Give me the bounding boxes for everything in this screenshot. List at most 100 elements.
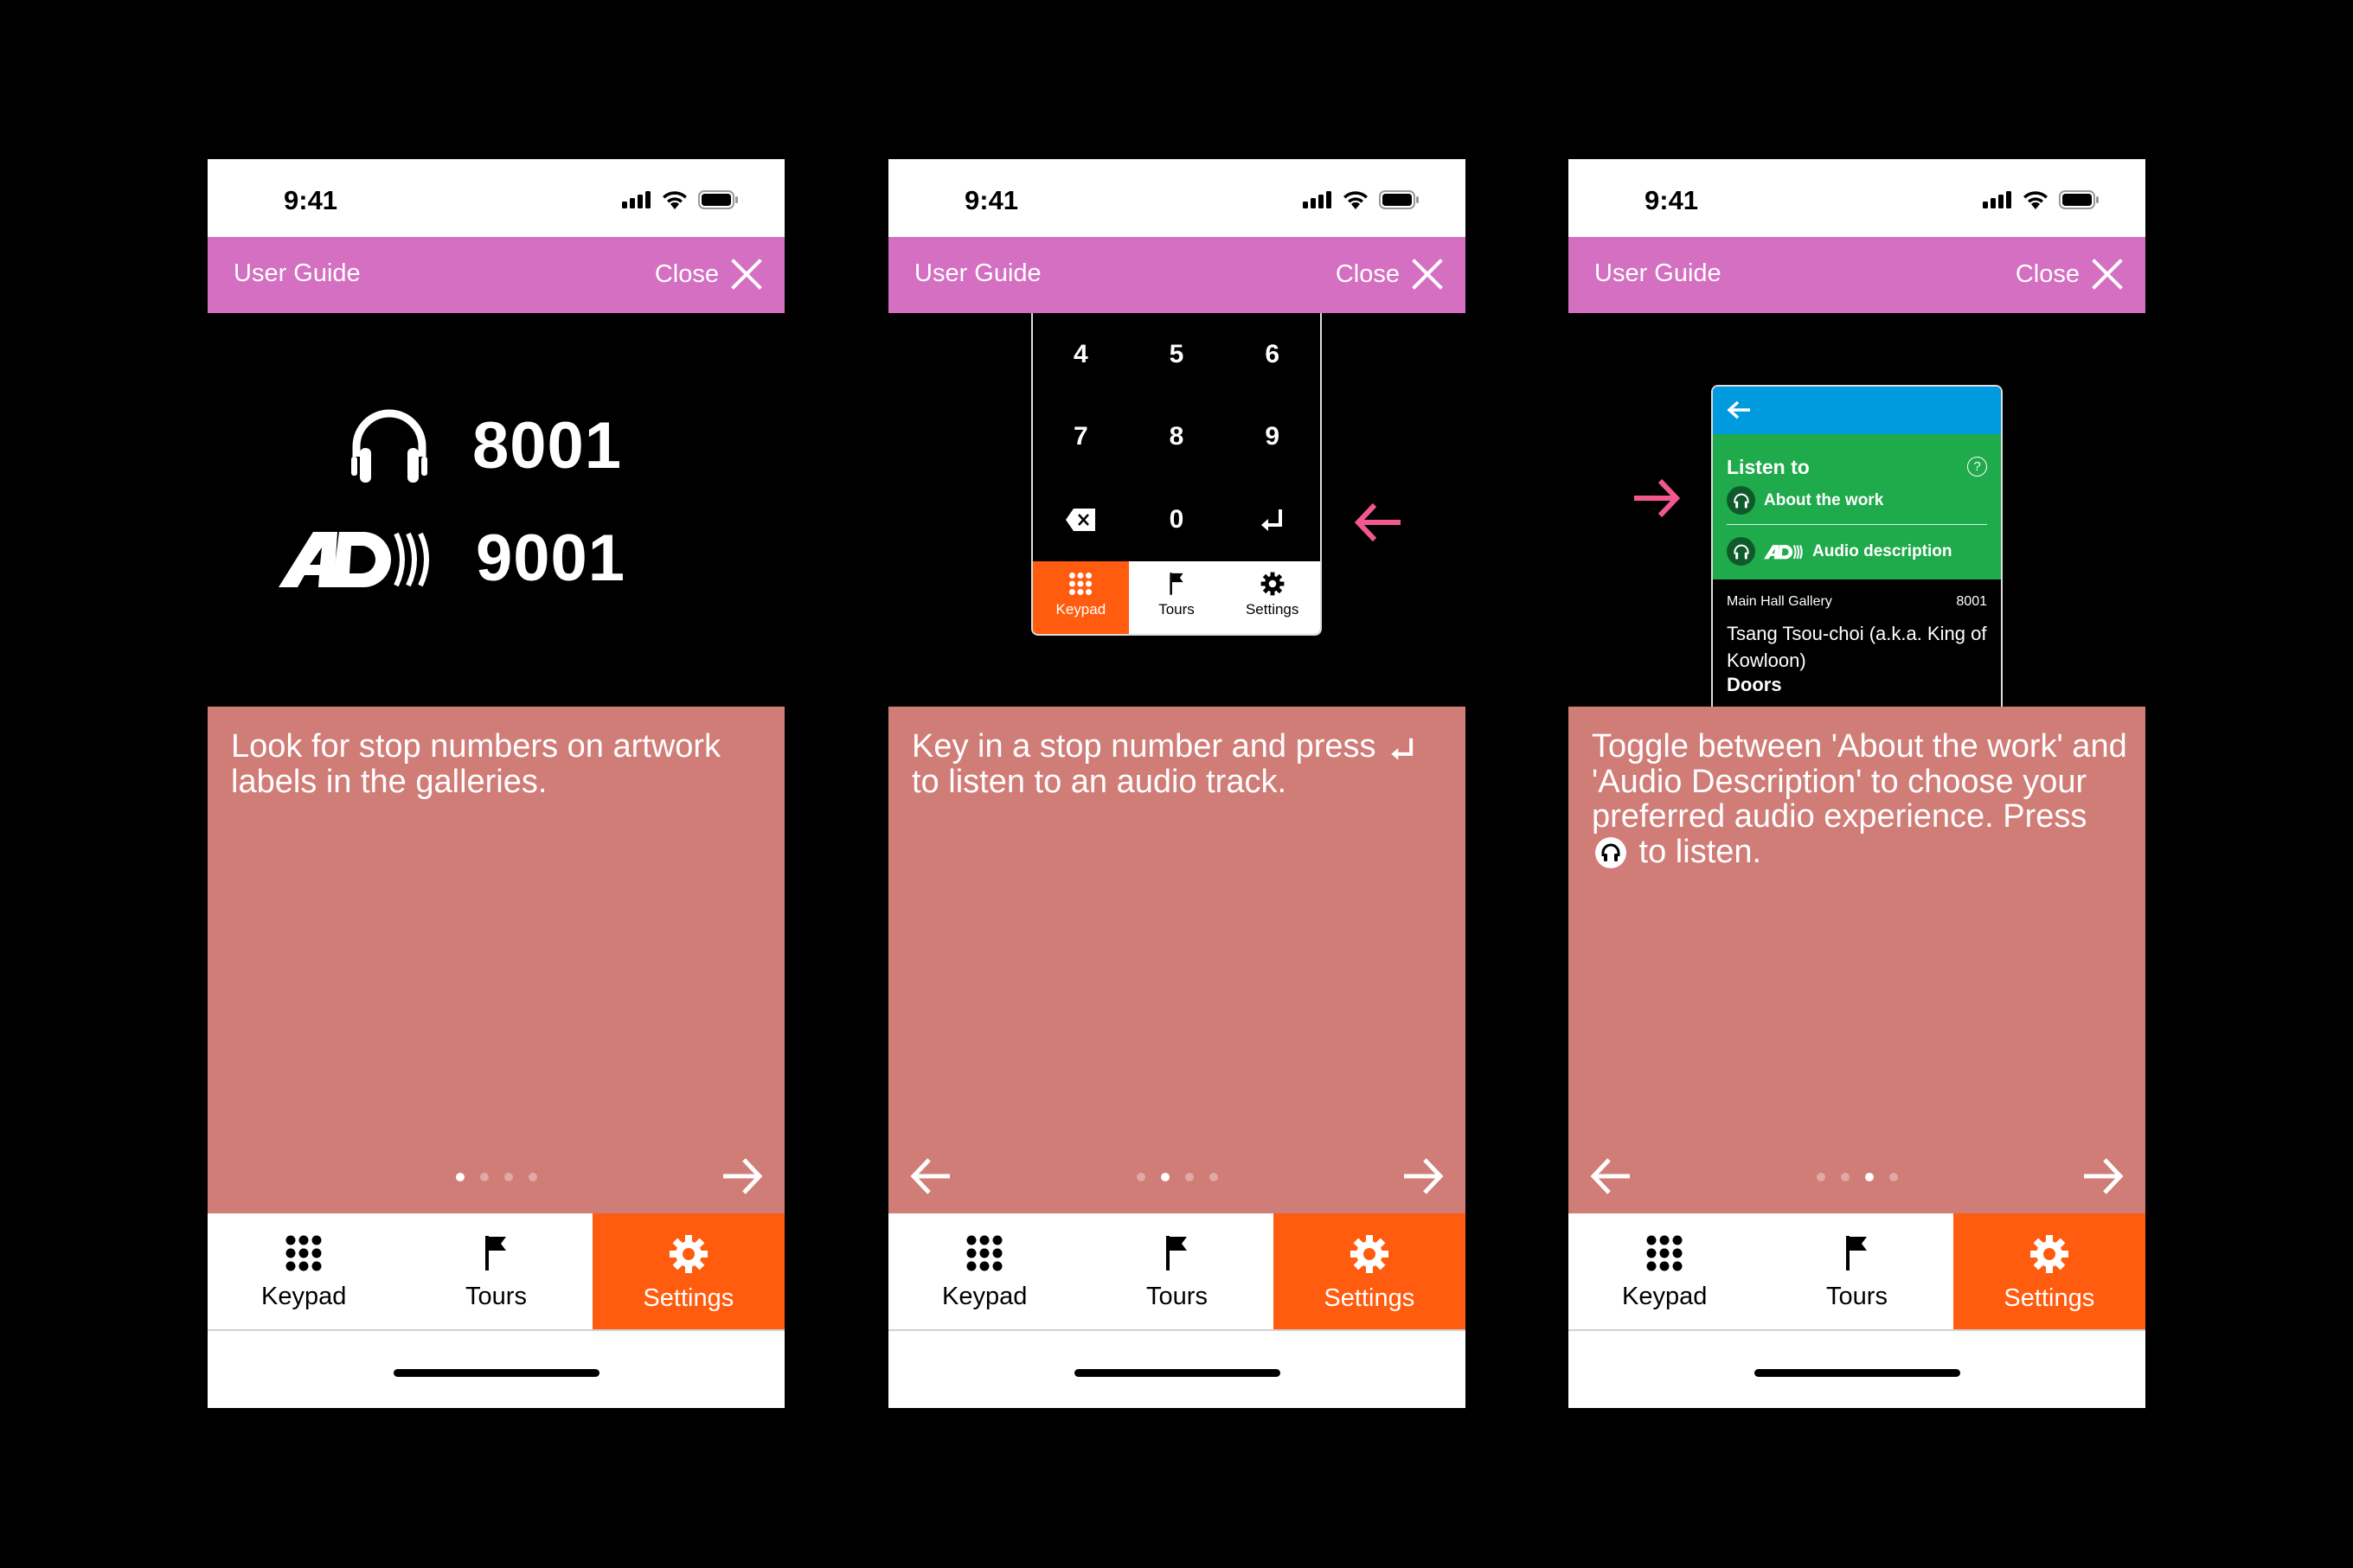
home-indicator[interactable]	[393, 1369, 599, 1377]
close-icon	[1412, 259, 1443, 290]
tab-label: Tours	[1826, 1283, 1888, 1310]
guide-title: User Guide	[1594, 259, 1721, 287]
tab-tours[interactable]: Tours	[1080, 1213, 1273, 1329]
tab-bar: Keypad Tours Settings	[208, 1213, 785, 1331]
previous-arrow-button[interactable]	[910, 1156, 952, 1196]
tab-tours[interactable]: Tours	[1760, 1213, 1952, 1329]
home-indicator[interactable]	[1074, 1369, 1280, 1377]
guide-title: User Guide	[914, 259, 1042, 287]
headphones-icon	[351, 409, 427, 483]
tab-keypad[interactable]: Keypad	[208, 1213, 400, 1329]
page-dot	[479, 1173, 489, 1181]
signal-icon	[1303, 191, 1331, 208]
page-dot	[1840, 1173, 1850, 1181]
gear-icon	[1260, 572, 1285, 596]
close-icon	[731, 259, 762, 290]
page-dot	[1209, 1173, 1218, 1181]
guide-description: Key in a stop number and press to listen…	[912, 729, 1448, 799]
tab-settings[interactable]: Settings	[592, 1213, 785, 1329]
page-dot-active	[455, 1173, 465, 1181]
page-dot-active	[1160, 1173, 1170, 1181]
keypad-key-0: 0	[1169, 505, 1184, 534]
tab-label: Tours	[1158, 601, 1195, 618]
close-icon	[2092, 259, 2123, 290]
stop-code-number: 8001	[472, 408, 623, 483]
option-audio-description: Audio description	[1727, 537, 1987, 566]
page-indicator	[208, 1173, 785, 1181]
back-arrow-icon	[1727, 400, 1750, 419]
gear-icon	[2029, 1235, 2068, 1273]
page-dot-active	[1864, 1173, 1874, 1181]
next-arrow-button[interactable]	[1402, 1156, 1444, 1196]
description-text: to listen to an audio track.	[912, 763, 1287, 800]
flag-icon	[1170, 573, 1183, 595]
guide-description: Toggle between 'About the work' and 'Aud…	[1592, 729, 2128, 869]
guide-header: User Guide Close	[208, 237, 785, 313]
guide-body: Toggle between 'About the work' and 'Aud…	[1568, 707, 2145, 1213]
keypad-key-7: 7	[1073, 422, 1088, 451]
battery-icon	[1379, 190, 1419, 209]
keypad-icon	[966, 1235, 1003, 1271]
page-dot	[1888, 1173, 1898, 1181]
next-arrow-button[interactable]	[2082, 1156, 2124, 1196]
flag-icon	[485, 1236, 507, 1270]
signal-icon	[622, 191, 651, 208]
phone-screen-step-2: 9:41 User Guide Close 4 5 6 7 8 9 0 Keyp…	[888, 159, 1465, 1408]
tab-label: Tours	[465, 1283, 527, 1310]
tab-label: Tours	[1146, 1283, 1208, 1310]
tab-keypad[interactable]: Keypad	[888, 1213, 1080, 1329]
pointer-arrow-left-icon	[1354, 502, 1401, 542]
close-button[interactable]: Close	[2016, 253, 2123, 296]
close-button[interactable]: Close	[1336, 253, 1443, 296]
keypad-preview: 4 5 6 7 8 9 0 Keypad Tours Settings	[1031, 313, 1322, 636]
stop-number: 8001	[1956, 594, 1987, 609]
audio-description-icon	[279, 531, 429, 587]
wifi-icon	[663, 191, 687, 209]
status-time: 9:41	[1645, 185, 1699, 215]
work-title: Doors	[1727, 674, 1782, 695]
enter-icon	[1391, 738, 1414, 760]
tab-keypad[interactable]: Keypad	[1568, 1213, 1760, 1329]
close-label: Close	[1335, 259, 1400, 288]
previous-arrow-button[interactable]	[1590, 1156, 1632, 1196]
status-time: 9:41	[965, 185, 1019, 215]
artist-name: Tsang Tsou-choi (a.k.a. King of Kowloon)	[1727, 623, 1987, 671]
page-dot	[503, 1173, 513, 1181]
keypad-icon	[1069, 572, 1093, 596]
guide-header: User Guide Close	[1568, 237, 2145, 313]
close-label: Close	[2015, 259, 2080, 288]
tab-tours[interactable]: Tours	[400, 1213, 592, 1329]
page-dot	[528, 1173, 537, 1181]
guide-header: User Guide Close	[888, 237, 1465, 313]
option-about-the-work: About the work	[1727, 486, 1987, 515]
headphones-icon	[1727, 537, 1755, 566]
guide-body: Key in a stop number and press to listen…	[888, 707, 1465, 1213]
status-bar: 9:41	[1568, 159, 2145, 237]
status-bar: 9:41	[208, 159, 785, 237]
option-label: About the work	[1764, 490, 1884, 509]
description-text: Toggle between 'About the work' and 'Aud…	[1592, 728, 2127, 835]
help-icon: ?	[1967, 457, 1987, 477]
home-indicator[interactable]	[1754, 1369, 1960, 1377]
keypad-key-4: 4	[1073, 339, 1088, 368]
tab-label: Settings	[1324, 1284, 1415, 1312]
tab-settings[interactable]: Settings	[1273, 1213, 1465, 1329]
keypad-preview-tab-tours: Tours	[1129, 561, 1225, 634]
pointer-arrow-right-icon	[1634, 478, 1681, 518]
guide-description: Look for stop numbers on artwork labels …	[231, 728, 721, 800]
tab-bar: Keypad Tours Settings	[1568, 1213, 2145, 1331]
battery-icon	[2059, 190, 2099, 209]
tab-settings[interactable]: Settings	[1952, 1213, 2145, 1329]
tab-label: Settings	[643, 1284, 734, 1312]
tab-label: Settings	[1245, 601, 1299, 618]
tab-label: Settings	[2004, 1284, 2095, 1312]
close-button[interactable]: Close	[655, 253, 762, 296]
description-text: Key in a stop number and press	[912, 728, 1386, 765]
keypad-icon	[1646, 1235, 1683, 1271]
keypad-key-8: 8	[1169, 422, 1184, 451]
keypad-key-9: 9	[1265, 422, 1279, 451]
next-arrow-button[interactable]	[721, 1156, 763, 1196]
headphones-icon	[1595, 837, 1626, 869]
guide-body: Look for stop numbers on artwork labels …	[208, 707, 785, 1213]
keypad-icon	[285, 1235, 322, 1271]
